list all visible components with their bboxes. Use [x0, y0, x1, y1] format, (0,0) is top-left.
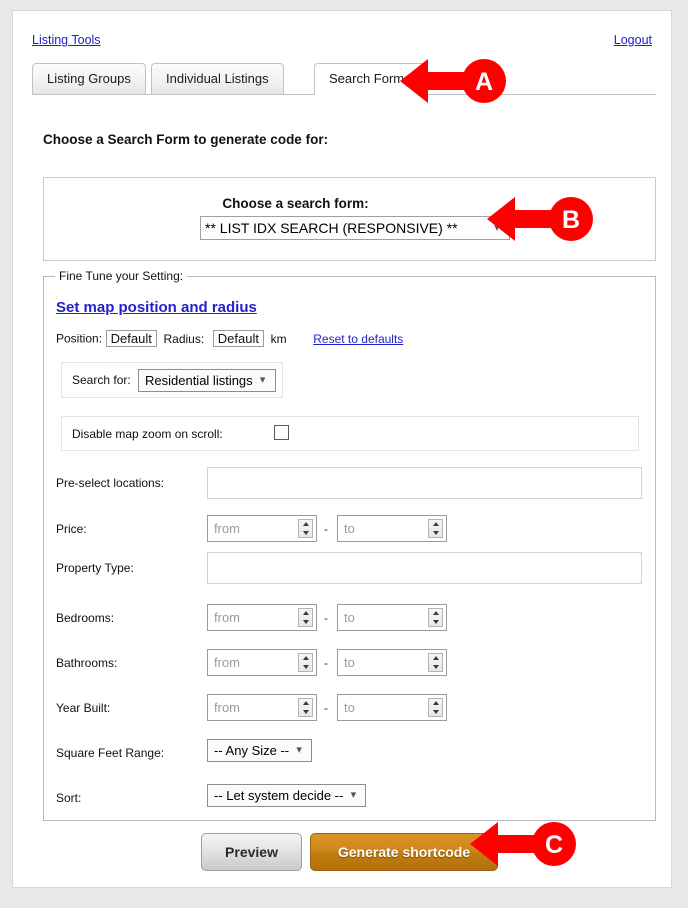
range-separator: -	[324, 701, 328, 715]
reset-to-defaults-link[interactable]: Reset to defaults	[313, 332, 403, 346]
chevron-down-icon: ▾	[494, 222, 500, 234]
listing-tools-link[interactable]: Listing Tools	[32, 33, 101, 47]
position-radius-row: Position: Default Radius: Default km Res…	[56, 329, 403, 351]
disable-map-zoom-checkbox[interactable]	[274, 425, 289, 440]
property-type-label: Property Type:	[56, 561, 134, 575]
tab-label: Listing Groups	[47, 71, 131, 86]
range-separator: -	[324, 611, 328, 625]
property-type-input[interactable]	[207, 552, 642, 584]
bedrooms-from-stepper[interactable]: from	[207, 604, 317, 631]
property-type-row: Property Type:	[56, 552, 646, 584]
price-from-stepper[interactable]: from	[207, 515, 317, 542]
bedrooms-to-placeholder: to	[344, 610, 355, 625]
search-for-select[interactable]: Residential listings ▾	[138, 369, 276, 392]
bathrooms-from-stepper[interactable]: from	[207, 649, 317, 676]
preselect-locations-label: Pre-select locations:	[56, 476, 165, 490]
position-label: Position:	[56, 331, 103, 346]
price-from-placeholder: from	[214, 521, 240, 536]
stepper-arrows-icon[interactable]	[298, 653, 313, 672]
square-feet-value: -- Any Size --	[214, 743, 290, 758]
bathrooms-to-stepper[interactable]: to	[337, 649, 447, 676]
preselect-locations-row: Pre-select locations:	[56, 467, 646, 499]
range-separator: -	[324, 522, 328, 536]
choose-form-label: Choose a search form:	[222, 196, 369, 211]
stepper-arrows-icon[interactable]	[298, 608, 313, 627]
year-built-to-placeholder: to	[344, 700, 355, 715]
page-title: Choose a Search Form to generate code fo…	[43, 132, 329, 147]
action-button-row: Preview Generate shortcode	[13, 833, 671, 873]
logout-link[interactable]: Logout	[614, 33, 652, 47]
bathrooms-from-placeholder: from	[214, 655, 240, 670]
page-container: Listing Tools Logout Listing Groups Indi…	[12, 10, 672, 888]
generate-shortcode-button[interactable]: Generate shortcode	[310, 833, 498, 871]
year-built-from-placeholder: from	[214, 700, 240, 715]
bedrooms-label: Bedrooms:	[56, 611, 115, 625]
stepper-arrows-icon[interactable]	[298, 519, 313, 538]
square-feet-row: Square Feet Range: -- Any Size -- ▾	[56, 737, 646, 769]
search-for-label: Search for:	[72, 373, 131, 387]
stepper-arrows-icon[interactable]	[298, 698, 313, 717]
disable-map-zoom-label: Disable map zoom on scroll:	[72, 427, 223, 441]
stepper-arrows-icon[interactable]	[428, 519, 443, 538]
stepper-arrows-icon[interactable]	[428, 608, 443, 627]
year-built-to-stepper[interactable]: to	[337, 694, 447, 721]
tab-search-forms[interactable]: Search Forms	[314, 63, 426, 95]
preselect-locations-input[interactable]	[207, 467, 642, 499]
stepper-arrows-icon[interactable]	[428, 653, 443, 672]
sort-value: -- Let system decide --	[214, 788, 344, 803]
top-links: Listing Tools Logout	[13, 33, 671, 53]
tab-label: Individual Listings	[166, 71, 269, 86]
search-for-panel: Search for: Residential listings ▾	[61, 362, 283, 398]
bathrooms-row: Bathrooms: from - to	[56, 647, 646, 679]
square-feet-label: Square Feet Range:	[56, 746, 165, 760]
bedrooms-from-placeholder: from	[214, 610, 240, 625]
chevron-down-icon: ▾	[296, 744, 302, 756]
price-to-placeholder: to	[344, 521, 355, 536]
fine-tune-fieldset: Fine Tune your Setting: Set map position…	[43, 269, 656, 821]
position-input[interactable]: Default	[105, 330, 157, 347]
square-feet-select[interactable]: -- Any Size -- ▾	[207, 739, 313, 762]
sort-select[interactable]: -- Let system decide -- ▾	[207, 784, 367, 807]
preview-button[interactable]: Preview	[201, 833, 302, 871]
radius-input[interactable]: Default	[212, 330, 264, 347]
choose-form-panel: Choose a search form: ** LIST IDX SEARCH…	[43, 177, 656, 261]
bedrooms-row: Bedrooms: from - to	[56, 602, 646, 634]
year-built-from-stepper[interactable]: from	[207, 694, 317, 721]
stepper-arrows-icon[interactable]	[428, 698, 443, 717]
chevron-down-icon: ▾	[259, 374, 266, 386]
sort-label: Sort:	[56, 791, 82, 805]
range-separator: -	[324, 656, 328, 670]
search-for-value: Residential listings	[145, 373, 253, 388]
bedrooms-to-stepper[interactable]: to	[337, 604, 447, 631]
set-map-position-link[interactable]: Set map position and radius	[56, 299, 257, 316]
disable-map-zoom-panel: Disable map zoom on scroll:	[61, 416, 639, 451]
sort-row: Sort: -- Let system decide -- ▾	[56, 782, 646, 814]
price-to-stepper[interactable]: to	[337, 515, 447, 542]
tab-label: Search Forms	[329, 71, 411, 86]
chevron-down-icon: ▾	[350, 789, 357, 801]
choose-form-select[interactable]: ** LIST IDX SEARCH (RESPONSIVE) ** ▾	[200, 216, 510, 240]
year-built-row: Year Built: from - to	[56, 692, 646, 724]
bathrooms-label: Bathrooms:	[56, 656, 118, 670]
tab-listing-groups[interactable]: Listing Groups	[32, 63, 146, 94]
fine-tune-legend: Fine Tune your Setting:	[55, 269, 188, 283]
tab-individual-listings[interactable]: Individual Listings	[151, 63, 284, 94]
bathrooms-to-placeholder: to	[344, 655, 355, 670]
radius-unit-label: km	[270, 332, 287, 346]
price-label: Price:	[56, 522, 87, 536]
choose-form-selected-value: ** LIST IDX SEARCH (RESPONSIVE) **	[205, 220, 458, 236]
year-built-label: Year Built:	[56, 701, 111, 715]
price-row: Price: from - to	[56, 513, 646, 545]
radius-label: Radius:	[163, 332, 205, 346]
tab-strip: Listing Groups Individual Listings Searc…	[32, 63, 656, 95]
